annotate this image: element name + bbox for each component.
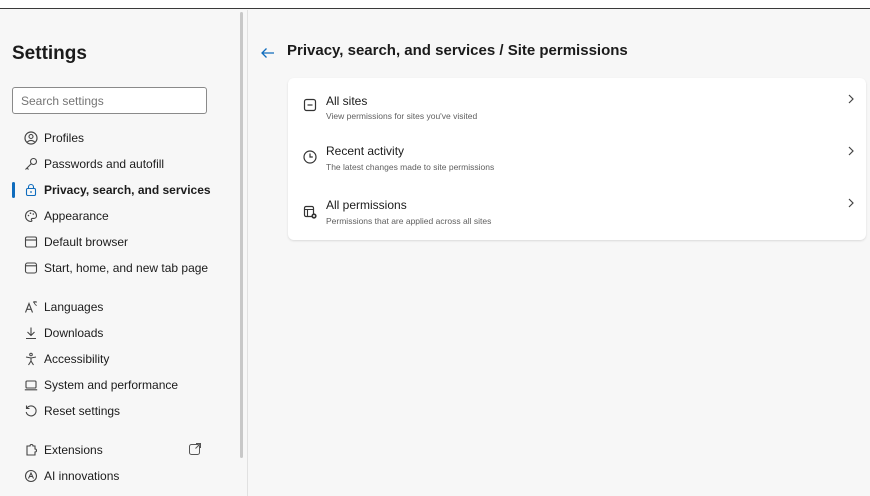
sidebar-item-label: AI innovations — [44, 469, 120, 483]
language-icon — [23, 299, 39, 315]
row-subtitle: The latest changes made to site permissi… — [326, 162, 495, 172]
sidebar-item-appearance[interactable]: Appearance — [0, 205, 230, 227]
sidebar-item-reset[interactable]: Reset settings — [0, 400, 230, 422]
sidebar-item-languages[interactable]: Languages — [0, 296, 230, 318]
all-permissions-row[interactable]: All permissions Permissions that are app… — [288, 186, 866, 238]
sidebar-item-label: Privacy, search, and services — [44, 183, 211, 197]
extensions-icon — [23, 442, 39, 458]
row-subtitle: View permissions for sites you've visite… — [326, 111, 478, 121]
sidebar-item-downloads[interactable]: Downloads — [0, 322, 230, 344]
sidebar-item-label: Languages — [44, 300, 104, 314]
sidebar-item-label: Accessibility — [44, 352, 110, 366]
row-subtitle: Permissions that are applied across all … — [326, 216, 492, 226]
palette-icon — [23, 208, 39, 224]
external-link-icon[interactable] — [188, 442, 202, 456]
download-icon — [23, 325, 39, 341]
chevron-right-icon — [845, 144, 857, 158]
page-title: Privacy, search, and services / Site per… — [287, 42, 628, 59]
sidebar-title: Settings — [12, 43, 87, 64]
key-icon — [23, 156, 39, 172]
profile-icon — [23, 130, 39, 146]
sidebar-item-passwords[interactable]: Passwords and autofill — [0, 153, 230, 175]
browser-icon — [23, 234, 39, 250]
sidebar-item-system[interactable]: System and performance — [0, 374, 230, 396]
site-permissions-card: All sites View permissions for sites you… — [288, 78, 866, 240]
window-top-edge — [0, 0, 870, 9]
laptop-icon — [23, 377, 39, 393]
ai-icon — [23, 468, 39, 484]
sidebar-item-profiles[interactable]: Profiles — [0, 127, 230, 149]
sidebar-divider — [247, 10, 248, 496]
sidebar-item-ai-innovations[interactable]: AI innovations — [0, 465, 230, 487]
site-icon — [302, 97, 320, 115]
back-arrow-icon[interactable] — [259, 44, 277, 62]
sidebar-item-label: Profiles — [44, 131, 85, 145]
sidebar-item-default-browser[interactable]: Default browser — [0, 231, 230, 253]
sidebar — [0, 10, 240, 496]
sidebar-item-label: Start, home, and new tab page — [44, 261, 209, 275]
row-title: Recent activity — [326, 144, 405, 158]
sidebar-item-label: System and performance — [44, 378, 179, 392]
accessibility-icon — [23, 351, 39, 367]
lock-icon — [23, 182, 39, 198]
home-icon — [23, 260, 39, 276]
recent-activity-row[interactable]: Recent activity The latest changes made … — [288, 132, 866, 184]
clock-icon — [302, 149, 320, 167]
row-title: All sites — [326, 94, 368, 108]
permissions-icon — [302, 204, 320, 222]
sidebar-scrollbar[interactable] — [240, 12, 243, 458]
sidebar-item-privacy[interactable]: Privacy, search, and services — [0, 179, 230, 201]
all-sites-row[interactable]: All sites View permissions for sites you… — [288, 78, 866, 130]
sidebar-item-accessibility[interactable]: Accessibility — [0, 348, 230, 370]
sidebar-item-extensions[interactable]: Extensions — [0, 439, 230, 461]
sidebar-item-label: Default browser — [44, 235, 129, 249]
chevron-right-icon — [845, 92, 857, 106]
sidebar-item-label: Passwords and autofill — [44, 157, 165, 171]
chevron-right-icon — [845, 196, 857, 210]
search-input[interactable] — [12, 87, 207, 114]
reset-icon — [23, 403, 39, 419]
sidebar-item-start-home[interactable]: Start, home, and new tab page — [0, 257, 230, 279]
sidebar-item-label: Appearance — [44, 209, 109, 223]
sidebar-item-label: Extensions — [44, 443, 103, 457]
sidebar-item-label: Reset settings — [44, 404, 121, 418]
sidebar-item-label: Downloads — [44, 326, 104, 340]
row-title: All permissions — [326, 198, 407, 212]
